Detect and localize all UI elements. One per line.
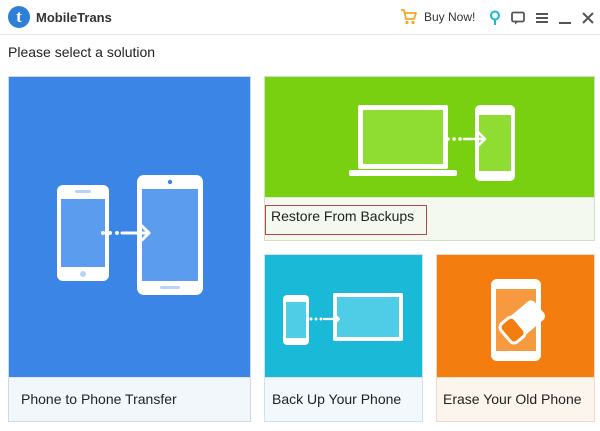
tile-footer: Erase Your Old Phone [437,377,594,421]
tile-footer: Phone to Phone Transfer [9,377,250,421]
tile-label: Erase Your Old Phone [443,391,582,407]
phone-to-phone-transfer-tile[interactable]: Phone to Phone Transfer [8,76,251,422]
app-title: MobileTrans [36,10,112,25]
restore-from-backups-tile[interactable]: Restore From Backups [264,76,595,241]
mobiletrans-logo-icon: t [8,6,30,28]
selection-highlight [265,205,427,235]
tile-art [9,77,250,377]
erase-phone-icon [491,279,546,361]
buy-now-label: Buy Now! [424,10,476,24]
menu-icon[interactable] [534,10,550,26]
tile-art [265,77,594,197]
minimize-icon[interactable] [557,10,573,26]
tile-label: Back Up Your Phone [272,391,402,407]
location-pin-icon[interactable] [487,10,503,26]
tile-art [437,255,594,377]
cart-icon [401,9,417,25]
page-prompt: Please select a solution [8,44,156,60]
backup-phone-icon [283,293,403,345]
erase-your-old-phone-tile[interactable]: Erase Your Old Phone [436,254,595,422]
close-icon[interactable] [580,10,596,26]
back-up-your-phone-tile[interactable]: Back Up Your Phone [264,254,423,422]
tile-label: Phone to Phone Transfer [21,391,177,407]
restore-backup-icon [349,105,515,181]
tile-footer: Back Up Your Phone [265,377,422,421]
feedback-icon[interactable] [510,10,526,26]
tile-art [265,255,422,377]
title-bar: t MobileTrans Buy Now! [0,0,600,35]
phone-transfer-icon [57,175,203,295]
